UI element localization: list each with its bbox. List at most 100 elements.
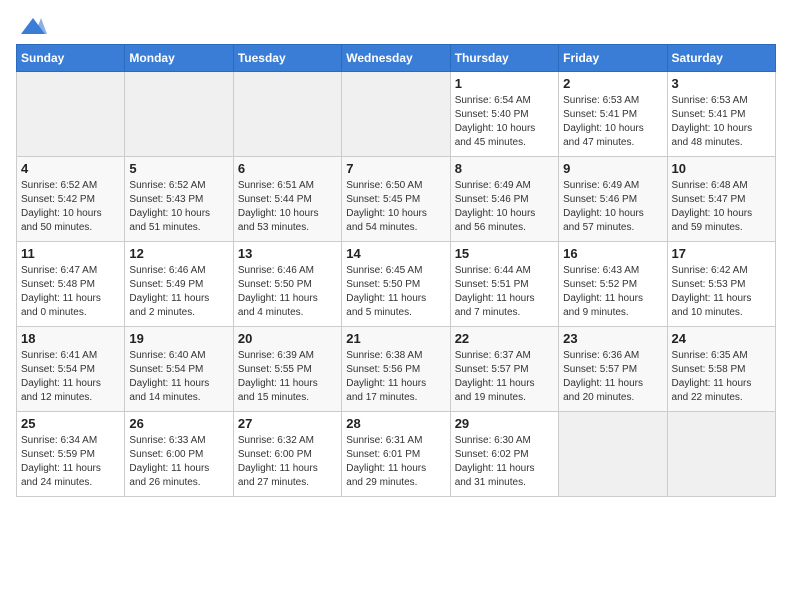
calendar-week-row: 4 Sunrise: 6:52 AM Sunset: 5:42 PM Daylig… — [17, 157, 776, 242]
weekday-header: Saturday — [667, 45, 775, 72]
day-info: Sunrise: 6:54 AM Sunset: 5:40 PM Dayligh… — [455, 94, 554, 150]
day-number: 15 — [455, 246, 554, 261]
day-info: Sunrise: 6:30 AM Sunset: 6:02 PM Dayligh… — [455, 434, 554, 490]
day-number: 13 — [238, 246, 337, 261]
day-info: Sunrise: 6:52 AM Sunset: 5:42 PM Dayligh… — [21, 179, 120, 235]
day-info: Sunrise: 6:53 AM Sunset: 5:41 PM Dayligh… — [563, 94, 662, 150]
day-number: 27 — [238, 416, 337, 431]
calendar-cell: 14 Sunrise: 6:45 AM Sunset: 5:50 PM Dayli… — [342, 242, 450, 327]
calendar-week-row: 1Sunrise: 6:54 AM Sunset: 5:40 PM Daylig… — [17, 72, 776, 157]
calendar-week-row: 25Sunrise: 6:34 AM Sunset: 5:59 PM Dayli… — [17, 412, 776, 497]
calendar-cell: 17Sunrise: 6:42 AM Sunset: 5:53 PM Dayli… — [667, 242, 775, 327]
day-info: Sunrise: 6:47 AM Sunset: 5:48 PM Dayligh… — [21, 264, 120, 320]
calendar-week-row: 11 Sunrise: 6:47 AM Sunset: 5:48 PM Dayli… — [17, 242, 776, 327]
day-number: 5 — [129, 161, 228, 176]
day-number: 8 — [455, 161, 554, 176]
day-info: Sunrise: 6:31 AM Sunset: 6:01 PM Dayligh… — [346, 434, 445, 490]
day-number: 4 — [21, 161, 120, 176]
calendar-cell: 18 Sunrise: 6:41 AM Sunset: 5:54 PM Dayli… — [17, 327, 125, 412]
day-info: Sunrise: 6:40 AM Sunset: 5:54 PM Dayligh… — [129, 349, 228, 405]
day-number: 21 — [346, 331, 445, 346]
calendar-cell — [125, 72, 233, 157]
day-info: Sunrise: 6:51 AM Sunset: 5:44 PM Dayligh… — [238, 179, 337, 235]
day-info: Sunrise: 6:50 AM Sunset: 5:45 PM Dayligh… — [346, 179, 445, 235]
day-number: 6 — [238, 161, 337, 176]
weekday-header: Wednesday — [342, 45, 450, 72]
calendar-cell: 28 Sunrise: 6:31 AM Sunset: 6:01 PM Dayli… — [342, 412, 450, 497]
calendar-cell: 23 Sunrise: 6:36 AM Sunset: 5:57 PM Dayli… — [559, 327, 667, 412]
day-info: Sunrise: 6:33 AM Sunset: 6:00 PM Dayligh… — [129, 434, 228, 490]
day-info: Sunrise: 6:43 AM Sunset: 5:52 PM Dayligh… — [563, 264, 662, 320]
day-info: Sunrise: 6:45 AM Sunset: 5:50 PM Dayligh… — [346, 264, 445, 320]
calendar-header-row: SundayMondayTuesdayWednesdayThursdayFrid… — [17, 45, 776, 72]
day-info: Sunrise: 6:49 AM Sunset: 5:46 PM Dayligh… — [455, 179, 554, 235]
calendar-cell: 9 Sunrise: 6:49 AM Sunset: 5:46 PM Daylig… — [559, 157, 667, 242]
calendar-cell: 27 Sunrise: 6:32 AM Sunset: 6:00 PM Dayli… — [233, 412, 341, 497]
day-number: 2 — [563, 76, 662, 91]
day-info: Sunrise: 6:37 AM Sunset: 5:57 PM Dayligh… — [455, 349, 554, 405]
calendar-cell: 21 Sunrise: 6:38 AM Sunset: 5:56 PM Dayli… — [342, 327, 450, 412]
weekday-header: Tuesday — [233, 45, 341, 72]
calendar-cell: 19Sunrise: 6:40 AM Sunset: 5:54 PM Dayli… — [125, 327, 233, 412]
calendar-week-row: 18 Sunrise: 6:41 AM Sunset: 5:54 PM Dayli… — [17, 327, 776, 412]
calendar-cell: 13Sunrise: 6:46 AM Sunset: 5:50 PM Dayli… — [233, 242, 341, 327]
day-number: 24 — [672, 331, 771, 346]
day-number: 26 — [129, 416, 228, 431]
logo — [16, 16, 47, 36]
day-number: 11 — [21, 246, 120, 261]
day-number: 14 — [346, 246, 445, 261]
calendar-cell: 25Sunrise: 6:34 AM Sunset: 5:59 PM Dayli… — [17, 412, 125, 497]
day-number: 9 — [563, 161, 662, 176]
calendar-cell: 16 Sunrise: 6:43 AM Sunset: 5:52 PM Dayli… — [559, 242, 667, 327]
day-number: 7 — [346, 161, 445, 176]
day-number: 12 — [129, 246, 228, 261]
weekday-header: Thursday — [450, 45, 558, 72]
calendar-cell: 20Sunrise: 6:39 AM Sunset: 5:55 PM Dayli… — [233, 327, 341, 412]
day-info: Sunrise: 6:53 AM Sunset: 5:41 PM Dayligh… — [672, 94, 771, 150]
day-info: Sunrise: 6:52 AM Sunset: 5:43 PM Dayligh… — [129, 179, 228, 235]
logo-general — [16, 16, 47, 36]
calendar-body: 1Sunrise: 6:54 AM Sunset: 5:40 PM Daylig… — [17, 72, 776, 497]
day-info: Sunrise: 6:44 AM Sunset: 5:51 PM Dayligh… — [455, 264, 554, 320]
day-info: Sunrise: 6:49 AM Sunset: 5:46 PM Dayligh… — [563, 179, 662, 235]
day-number: 28 — [346, 416, 445, 431]
calendar-cell: 4 Sunrise: 6:52 AM Sunset: 5:42 PM Daylig… — [17, 157, 125, 242]
weekday-header: Monday — [125, 45, 233, 72]
calendar-cell: 3 Sunrise: 6:53 AM Sunset: 5:41 PM Daylig… — [667, 72, 775, 157]
calendar-cell: 6 Sunrise: 6:51 AM Sunset: 5:44 PM Daylig… — [233, 157, 341, 242]
day-info: Sunrise: 6:46 AM Sunset: 5:49 PM Dayligh… — [129, 264, 228, 320]
day-number: 16 — [563, 246, 662, 261]
day-info: Sunrise: 6:36 AM Sunset: 5:57 PM Dayligh… — [563, 349, 662, 405]
day-number: 25 — [21, 416, 120, 431]
calendar-cell: 15 Sunrise: 6:44 AM Sunset: 5:51 PM Dayli… — [450, 242, 558, 327]
calendar-cell: 2 Sunrise: 6:53 AM Sunset: 5:41 PM Daylig… — [559, 72, 667, 157]
day-info: Sunrise: 6:38 AM Sunset: 5:56 PM Dayligh… — [346, 349, 445, 405]
calendar-cell: 11 Sunrise: 6:47 AM Sunset: 5:48 PM Dayli… — [17, 242, 125, 327]
calendar-table: SundayMondayTuesdayWednesdayThursdayFrid… — [16, 44, 776, 497]
day-info: Sunrise: 6:32 AM Sunset: 6:00 PM Dayligh… — [238, 434, 337, 490]
header — [16, 16, 776, 36]
weekday-header: Friday — [559, 45, 667, 72]
calendar-cell — [667, 412, 775, 497]
day-number: 29 — [455, 416, 554, 431]
calendar-cell: 10Sunrise: 6:48 AM Sunset: 5:47 PM Dayli… — [667, 157, 775, 242]
calendar-cell — [17, 72, 125, 157]
calendar-cell — [559, 412, 667, 497]
calendar-cell: 22 Sunrise: 6:37 AM Sunset: 5:57 PM Dayli… — [450, 327, 558, 412]
day-number: 23 — [563, 331, 662, 346]
day-number: 18 — [21, 331, 120, 346]
day-number: 3 — [672, 76, 771, 91]
calendar-cell: 24 Sunrise: 6:35 AM Sunset: 5:58 PM Dayli… — [667, 327, 775, 412]
day-info: Sunrise: 6:35 AM Sunset: 5:58 PM Dayligh… — [672, 349, 771, 405]
day-number: 17 — [672, 246, 771, 261]
calendar-cell: 12 Sunrise: 6:46 AM Sunset: 5:49 PM Dayli… — [125, 242, 233, 327]
weekday-header: Sunday — [17, 45, 125, 72]
calendar-cell: 29 Sunrise: 6:30 AM Sunset: 6:02 PM Dayli… — [450, 412, 558, 497]
calendar-cell — [342, 72, 450, 157]
day-info: Sunrise: 6:41 AM Sunset: 5:54 PM Dayligh… — [21, 349, 120, 405]
calendar-cell: 7 Sunrise: 6:50 AM Sunset: 5:45 PM Daylig… — [342, 157, 450, 242]
logo-icon — [19, 16, 47, 36]
calendar-cell — [233, 72, 341, 157]
day-number: 22 — [455, 331, 554, 346]
calendar-cell: 26 Sunrise: 6:33 AM Sunset: 6:00 PM Dayli… — [125, 412, 233, 497]
